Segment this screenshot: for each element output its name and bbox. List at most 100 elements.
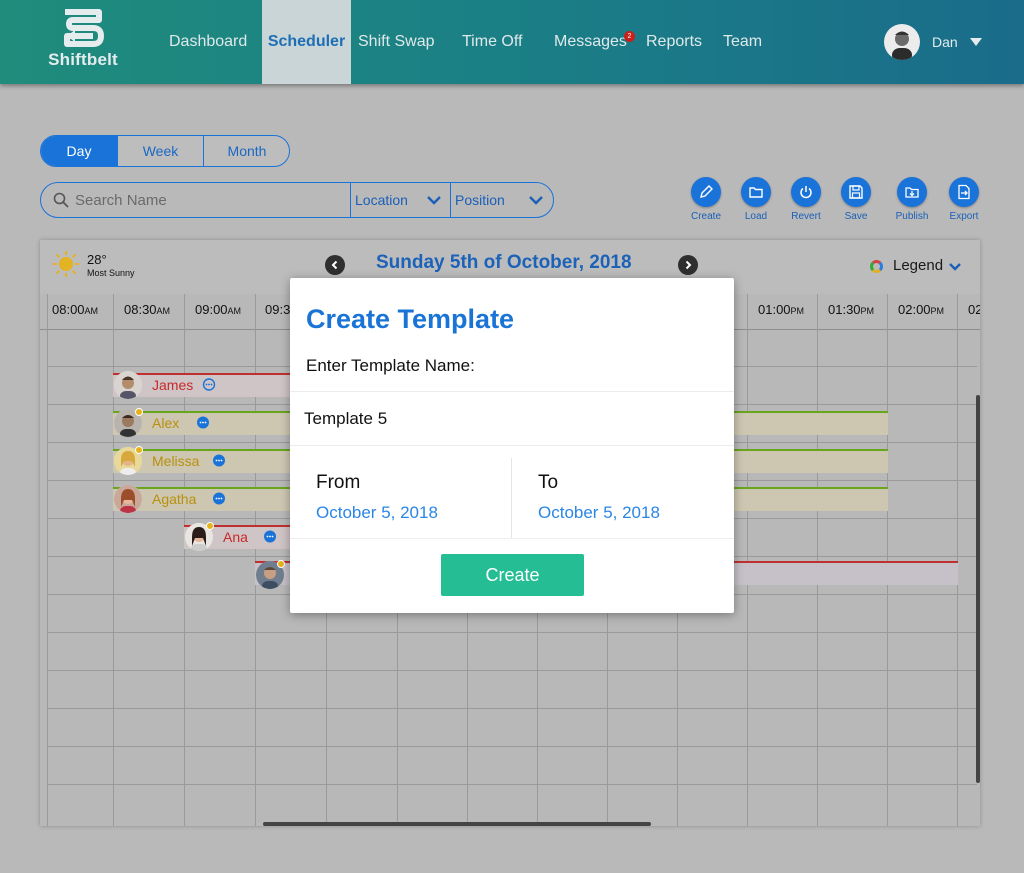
search-icon bbox=[53, 192, 69, 208]
chat-bubble-icon[interactable] bbox=[212, 492, 226, 506]
from-date-value[interactable]: October 5, 2018 bbox=[316, 503, 438, 523]
schedule-date-title: Sunday 5th of October, 2018 bbox=[376, 252, 632, 273]
position-chevron-down-icon[interactable] bbox=[528, 194, 544, 206]
employee-row[interactable]: Ana bbox=[185, 522, 305, 552]
employee-row[interactable]: Melissa bbox=[114, 446, 264, 476]
revert-tool-button[interactable]: Revert bbox=[786, 177, 826, 222]
employee-avatar bbox=[114, 485, 142, 513]
employee-avatar bbox=[114, 371, 142, 399]
create-tool-label: Create bbox=[690, 211, 721, 222]
from-label: From bbox=[316, 472, 361, 493]
create-template-modal: Create Template Enter Template Name: Fro… bbox=[290, 278, 734, 613]
user-name: Dan bbox=[932, 34, 958, 50]
nav-time-off[interactable]: Time Off bbox=[462, 0, 522, 84]
export-tool-button[interactable]: Export bbox=[944, 177, 984, 222]
next-day-button[interactable] bbox=[678, 255, 698, 275]
grid-line bbox=[47, 632, 977, 633]
folder-download-icon bbox=[905, 187, 919, 198]
nav-messages[interactable]: Messages bbox=[554, 0, 627, 84]
filter-divider bbox=[450, 183, 451, 217]
employee-name: Agatha bbox=[152, 491, 197, 507]
save-tool-button[interactable]: Save bbox=[836, 177, 876, 222]
brand-logo[interactable]: Shiftbelt bbox=[40, 8, 126, 74]
time-tick: 02:00PM bbox=[898, 302, 945, 317]
power-icon bbox=[800, 186, 812, 199]
prev-day-button[interactable] bbox=[325, 255, 345, 275]
employee-name: James bbox=[152, 377, 194, 393]
nav-dashboard[interactable]: Dashboard bbox=[169, 0, 247, 84]
legend-ring-icon bbox=[870, 260, 883, 273]
grid-line bbox=[47, 746, 977, 747]
location-chevron-down-icon[interactable] bbox=[426, 194, 442, 206]
template-name-input[interactable] bbox=[304, 406, 714, 432]
file-export-icon bbox=[958, 184, 970, 200]
employee-name: Melissa bbox=[152, 453, 200, 469]
nav-team[interactable]: Team bbox=[723, 0, 762, 84]
time-tick: 02 bbox=[968, 302, 980, 317]
sun-icon bbox=[53, 251, 79, 277]
to-date-value[interactable]: October 5, 2018 bbox=[538, 503, 660, 523]
time-tick: 01:00PM bbox=[758, 302, 805, 317]
legend-toggle[interactable]: Legend bbox=[893, 257, 943, 274]
chat-bubble-icon[interactable] bbox=[202, 378, 216, 392]
grid-line bbox=[47, 670, 977, 671]
employee-name: Alex bbox=[152, 415, 180, 431]
chevron-left-icon bbox=[331, 260, 338, 270]
legend-chevron-down-icon[interactable] bbox=[948, 262, 962, 272]
revert-tool-label: Revert bbox=[791, 211, 821, 222]
horizontal-scrollbar[interactable] bbox=[263, 822, 651, 826]
grid-line bbox=[47, 708, 977, 709]
star-badge-icon bbox=[135, 408, 143, 416]
view-day-button[interactable]: Day bbox=[41, 136, 117, 166]
pencil-icon bbox=[700, 185, 713, 198]
time-tick: 08:00AM bbox=[52, 302, 99, 317]
create-template-button[interactable]: Create bbox=[441, 554, 584, 596]
employee-name: Ana bbox=[223, 529, 248, 545]
to-label: To bbox=[538, 472, 559, 493]
export-tool-label: Export bbox=[949, 211, 979, 222]
chevron-right-icon bbox=[685, 260, 692, 270]
time-tick: 08:30AM bbox=[124, 302, 171, 317]
search-name-input[interactable] bbox=[75, 185, 345, 215]
temperature: 28° bbox=[87, 252, 107, 267]
user-avatar[interactable] bbox=[884, 24, 920, 60]
top-navbar: Shiftbelt Dashboard Scheduler Shift Swap… bbox=[0, 0, 1024, 84]
position-select-label[interactable]: Position bbox=[455, 192, 505, 208]
to-date-field[interactable]: To October 5, 2018 bbox=[512, 458, 734, 538]
employee-row[interactable]: James bbox=[114, 370, 264, 400]
chat-bubble-icon[interactable] bbox=[196, 416, 210, 430]
nav-shift-swap[interactable]: Shift Swap bbox=[358, 0, 434, 84]
chat-bubble-icon[interactable] bbox=[263, 530, 277, 544]
folder-icon bbox=[749, 187, 763, 198]
template-name-label: Enter Template Name: bbox=[306, 356, 475, 375]
time-tick: 09:00AM bbox=[195, 302, 242, 317]
weather-condition: Most Sunny bbox=[87, 268, 135, 278]
load-tool-button[interactable]: Load bbox=[736, 177, 776, 222]
employee-row[interactable]: Alex bbox=[114, 408, 264, 438]
caret-down-icon[interactable] bbox=[970, 38, 982, 46]
floppy-disk-icon bbox=[849, 185, 863, 199]
employee-row[interactable]: Agatha bbox=[114, 484, 264, 514]
star-badge-icon bbox=[135, 446, 143, 454]
vertical-scrollbar[interactable] bbox=[976, 395, 980, 783]
star-badge-icon bbox=[277, 560, 285, 568]
chat-bubble-icon[interactable] bbox=[212, 454, 226, 468]
star-badge-icon bbox=[206, 522, 214, 530]
from-date-field[interactable]: From October 5, 2018 bbox=[290, 458, 511, 538]
modal-title: Create Template bbox=[306, 304, 515, 334]
save-tool-label: Save bbox=[844, 211, 868, 222]
nav-reports[interactable]: Reports bbox=[646, 0, 702, 84]
brand-name: Shiftbelt bbox=[48, 50, 118, 69]
publish-tool-label: Publish bbox=[895, 211, 929, 222]
nav-scheduler[interactable]: Scheduler bbox=[262, 0, 351, 84]
publish-tool-button[interactable]: Publish bbox=[892, 177, 932, 222]
create-tool-button[interactable]: Create bbox=[686, 177, 726, 222]
filter-bar: Location Position bbox=[40, 182, 554, 218]
view-week-button[interactable]: Week bbox=[118, 136, 203, 166]
messages-badge: 2 bbox=[624, 31, 635, 42]
shiftbelt-logo-icon bbox=[64, 9, 104, 47]
time-tick: 01:30PM bbox=[828, 302, 875, 317]
view-month-button[interactable]: Month bbox=[204, 136, 289, 166]
location-select-label[interactable]: Location bbox=[355, 192, 408, 208]
filter-divider bbox=[350, 183, 351, 217]
